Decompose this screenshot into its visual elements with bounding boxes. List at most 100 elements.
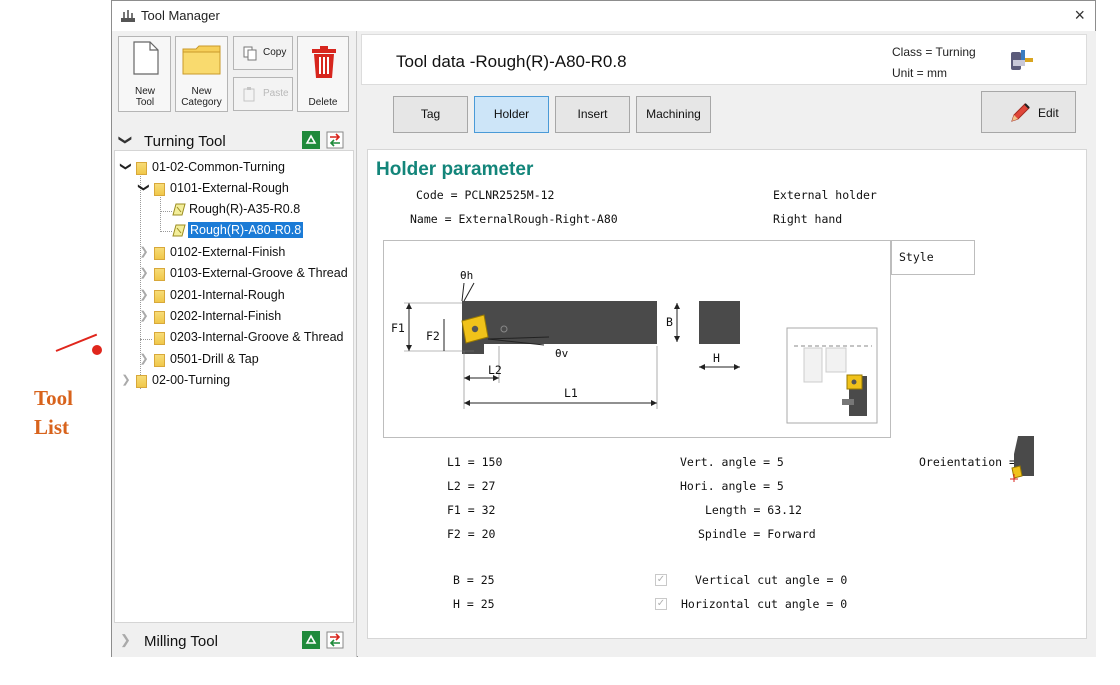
theta-h-label: θh <box>460 269 474 282</box>
vertical-cut-angle: Vertical cut angle = 0 <box>695 573 848 587</box>
tree-guide-line <box>140 339 152 340</box>
chevron-right-icon[interactable]: ❯ <box>137 245 151 258</box>
folder-icon <box>154 290 165 303</box>
b-label: B <box>666 315 673 329</box>
pencil-icon <box>1011 103 1030 122</box>
tab-holder[interactable]: Holder <box>474 96 549 133</box>
tree-guide-line <box>160 211 172 212</box>
h-label: H <box>713 351 720 365</box>
annotation-pointer-dot <box>92 345 102 355</box>
chevron-right-icon[interactable]: ❯ <box>137 266 151 279</box>
swap-icon[interactable] <box>326 631 344 649</box>
paste-button[interactable]: Paste <box>233 77 293 111</box>
tab-insert-label: Insert <box>577 107 608 121</box>
annotation-label-line1: Tool <box>34 386 73 410</box>
param-l1: L1 = 150 <box>447 455 503 469</box>
param-b: B = 25 <box>453 573 495 587</box>
new-tool-button[interactable]: New Tool <box>118 36 171 112</box>
recycle-icon[interactable] <box>302 131 320 149</box>
param-hori-angle: Hori. angle = 5 <box>680 479 784 493</box>
param-vert-angle: Vert. angle = 5 <box>680 455 784 469</box>
edit-button[interactable]: Edit <box>981 91 1076 133</box>
chevron-right-icon[interactable]: ❯ <box>120 632 131 648</box>
tree-node-label: 0103-External-Groove & Thread <box>170 266 348 280</box>
turning-tool-icon <box>1011 50 1033 70</box>
left-pane: New Tool New Category Copy Paste Delete … <box>112 31 357 657</box>
close-icon[interactable]: × <box>1074 5 1085 26</box>
chevron-down-icon[interactable]: ❯ <box>117 135 133 146</box>
annotation-label: Tool List <box>34 384 94 442</box>
toolbar: New Tool New Category Copy Paste Delete <box>116 34 354 117</box>
orientation-label: Oreientation = <box>919 455 1016 469</box>
panel-title: Holder parameter <box>376 159 534 180</box>
holder-type: External holder <box>773 188 877 202</box>
param-length: Length = 63.12 <box>705 503 802 517</box>
paste-icon <box>243 87 255 102</box>
new-category-label: New Category <box>176 86 227 108</box>
unit-text: Unit = mm <box>892 66 948 80</box>
orientation-icon <box>1010 436 1034 482</box>
copy-button[interactable]: Copy <box>233 36 293 70</box>
insert-icon <box>172 203 186 216</box>
tree-node-label: 01-02-Common-Turning <box>152 160 285 174</box>
turning-tool-label: Turning Tool <box>144 133 226 150</box>
style-field[interactable]: Style <box>891 240 975 275</box>
tab-machining-label: Machining <box>646 107 701 121</box>
chevron-right-icon[interactable]: ❯ <box>137 309 151 322</box>
swap-icon[interactable] <box>326 131 344 149</box>
folder-icon <box>154 247 165 260</box>
tree-node-label: 0501-Drill & Tap <box>170 352 259 366</box>
tab-insert[interactable]: Insert <box>555 96 630 133</box>
folder-icon <box>182 45 221 75</box>
chevron-down-icon[interactable]: ❯ <box>120 160 133 174</box>
chevron-down-icon[interactable]: ❯ <box>138 181 151 195</box>
name-value: Name = ExternalRough-Right-A80 <box>410 212 618 226</box>
f2-label: F2 <box>426 329 440 343</box>
tree-node-label: 0101-External-Rough <box>170 181 289 195</box>
tool-header: Tool data -Rough(R)-A80-R0.8 Class = Tur… <box>361 34 1087 85</box>
copy-label: Copy <box>263 47 287 58</box>
f1-label: F1 <box>391 321 405 335</box>
code-value: Code = PCLNR2525M-12 <box>416 188 555 202</box>
class-text: Class = Turning <box>892 45 976 59</box>
horizontal-cut-angle: Horizontal cut angle = 0 <box>681 597 848 611</box>
tool-manager-window: Tool Manager × New Tool New Category Cop… <box>111 0 1096 657</box>
tab-tag[interactable]: Tag <box>393 96 468 133</box>
insert-icon <box>172 224 186 237</box>
param-spindle: Spindle = Forward <box>698 527 816 541</box>
new-category-label-line2: Category <box>181 97 222 108</box>
delete-label: Delete <box>308 97 338 108</box>
recycle-icon[interactable] <box>302 631 320 649</box>
milling-tool-header[interactable]: ❯ Milling Tool <box>112 627 356 655</box>
new-category-button[interactable]: New Category <box>175 36 228 112</box>
horizontal-cut-checkbox[interactable]: ✓ <box>655 598 667 610</box>
paste-label: Paste <box>263 88 289 99</box>
style-label: Style <box>899 250 934 264</box>
tree-node-label: 0203-Internal-Groove & Thread <box>170 330 344 344</box>
tab-machining[interactable]: Machining <box>636 96 711 133</box>
theta-v-label: θv <box>555 347 569 360</box>
tab-holder-label: Holder <box>493 107 530 121</box>
chevron-right-icon[interactable]: ❯ <box>119 373 133 386</box>
param-f1: F1 = 32 <box>447 503 496 517</box>
new-tool-label: New Tool <box>134 86 155 108</box>
edit-label: Edit <box>1038 106 1059 120</box>
chevron-right-icon[interactable]: ❯ <box>137 288 151 301</box>
title-bar: Tool Manager × <box>112 1 1095 31</box>
delete-button[interactable]: Delete <box>297 36 349 112</box>
copy-icon <box>243 46 257 61</box>
annotation-pointer-line <box>55 333 98 352</box>
new-document-icon <box>133 41 159 75</box>
window-title: Tool Manager <box>141 8 220 23</box>
tree-node-label: 0201-Internal-Rough <box>170 288 285 302</box>
folder-icon <box>154 354 165 367</box>
folder-icon <box>136 375 147 388</box>
vertical-cut-checkbox[interactable]: ✓ <box>655 574 667 586</box>
param-h: H = 25 <box>453 597 495 611</box>
hand-value: Right hand <box>773 212 843 226</box>
chevron-right-icon[interactable]: ❯ <box>137 352 151 365</box>
tree-guide-line <box>160 231 172 232</box>
tree-node-label: 0102-External-Finish <box>170 245 286 259</box>
tool-tree: ❯ 01-02-Common-Turning ❯ 0101-External-R… <box>114 150 354 623</box>
l2-label: L2 <box>488 363 502 377</box>
